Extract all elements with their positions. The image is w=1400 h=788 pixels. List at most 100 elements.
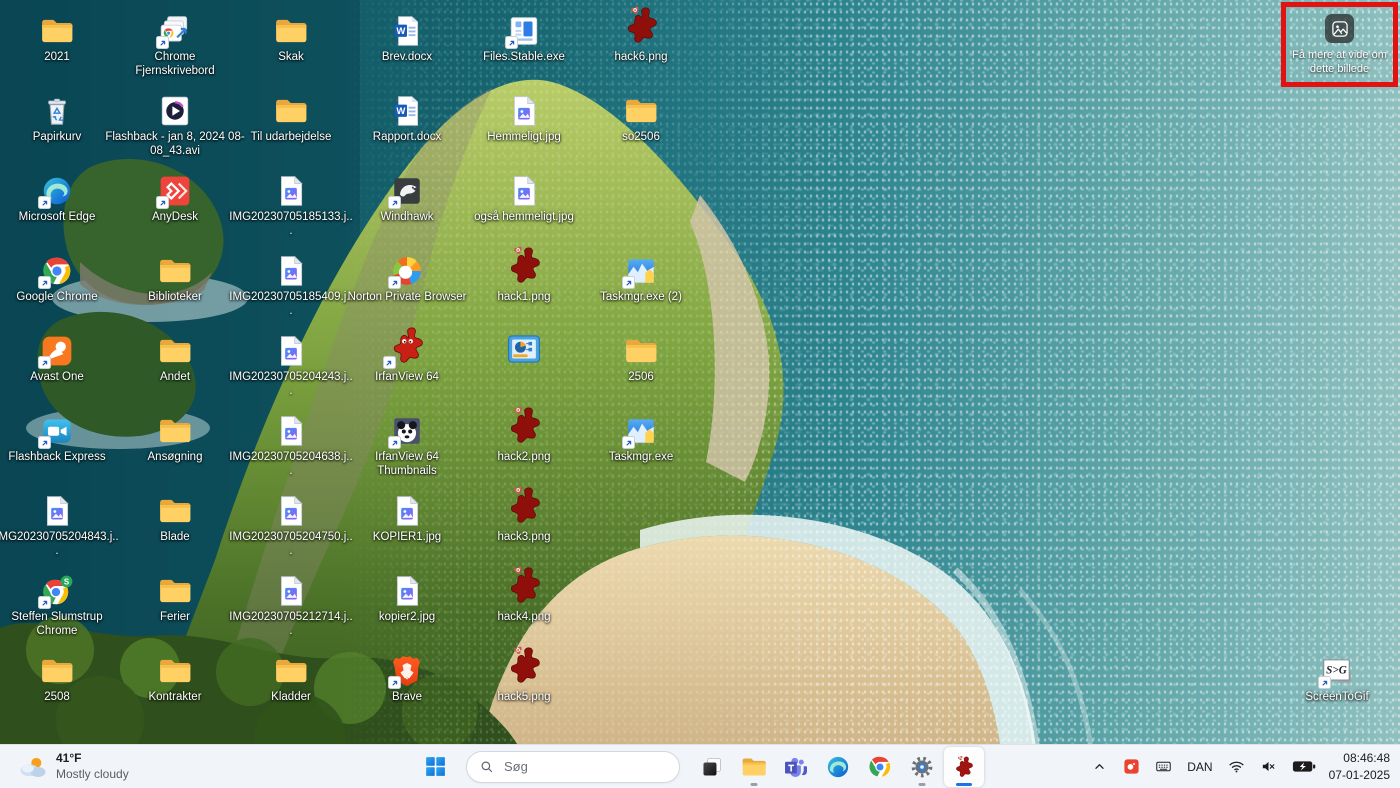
desktop-icon[interactable]: Blade bbox=[113, 486, 237, 544]
desktop-icon[interactable]: IMG20230705212714.j... bbox=[229, 566, 353, 639]
desktop-icon[interactable]: hack4.png bbox=[462, 566, 586, 624]
folder-icon bbox=[158, 494, 192, 528]
desktop-icon[interactable]: Windhawk bbox=[345, 166, 469, 224]
folder-icon bbox=[274, 14, 308, 48]
image-file-icon bbox=[507, 94, 541, 128]
folder-icon bbox=[274, 654, 308, 688]
desktop-icon-label: KOPIER1.jpg bbox=[372, 531, 442, 543]
image-file-icon bbox=[274, 414, 308, 448]
desktop-icon-label: Brev.docx bbox=[381, 51, 433, 63]
desktop-icon[interactable]: AnyDesk bbox=[113, 166, 237, 224]
desktop-icon[interactable]: so2506 bbox=[579, 86, 703, 144]
tray-volume-muted[interactable] bbox=[1258, 755, 1279, 778]
taskbar-search[interactable] bbox=[466, 750, 680, 783]
avast-icon bbox=[38, 334, 74, 369]
desktop-icon[interactable]: IrfanView 64 Thumbnails bbox=[353, 406, 461, 479]
desktop-icon[interactable]: Microsoft Edge bbox=[0, 166, 119, 224]
edge-icon bbox=[38, 174, 74, 209]
image-file-icon bbox=[274, 254, 308, 288]
desktop-icon[interactable]: 2508 bbox=[0, 646, 119, 704]
desktop-icon[interactable]: hack1.png bbox=[462, 246, 586, 304]
image-file-icon bbox=[507, 174, 541, 208]
desktop-icon[interactable]: Taskmgr.exe (2) bbox=[579, 246, 703, 304]
desktop-icon[interactable]: hack5.png bbox=[462, 646, 586, 704]
desktop-icon[interactable]: S Steffen Slumstrup Chrome bbox=[2, 566, 112, 639]
folder-icon bbox=[624, 334, 658, 368]
desktop-icon-label: Windhawk bbox=[380, 211, 434, 223]
desktop-icon[interactable]: IMG20230705204750.j... bbox=[229, 486, 353, 559]
desktop-icon[interactable]: Taskmgr.exe bbox=[579, 406, 703, 464]
desktop-icon[interactable]: kopier2.jpg bbox=[345, 566, 469, 624]
desktop-icon[interactable]: IMG20230705204243.j... bbox=[229, 326, 353, 399]
tray-touch-keyboard[interactable] bbox=[1153, 755, 1174, 778]
desktop-icon[interactable]: IMG20230705204843.j... bbox=[0, 486, 119, 559]
desktop-icon[interactable]: W Rapport.docx bbox=[345, 86, 469, 144]
desktop-icon[interactable]: Files.Stable.exe bbox=[462, 6, 586, 64]
desktop-icon[interactable]: Norton Private Browser bbox=[331, 246, 483, 304]
desktop-icon[interactable]: Til udarbejdelse bbox=[229, 86, 353, 144]
taskbar-app-task-view[interactable] bbox=[692, 747, 732, 787]
desktop-icon[interactable]: hack3.png bbox=[462, 486, 586, 544]
start-button[interactable] bbox=[416, 748, 454, 786]
chevron-up-icon bbox=[1091, 758, 1108, 775]
active-app-indicator bbox=[956, 782, 972, 786]
chrome-icon bbox=[867, 754, 893, 780]
desktop-icon-label: hack1.png bbox=[497, 291, 551, 303]
desktop-icon[interactable]: Ferier bbox=[113, 566, 237, 624]
image-file-icon bbox=[274, 574, 308, 608]
desktop-icon[interactable]: 2021 bbox=[0, 6, 119, 64]
tray-wifi[interactable] bbox=[1226, 755, 1247, 778]
taskbar-app-edge[interactable] bbox=[818, 747, 858, 787]
desktop-icon-label: AnyDesk bbox=[151, 211, 199, 223]
desktop-icon[interactable]: Andet bbox=[113, 326, 237, 384]
image-file-icon bbox=[274, 174, 308, 208]
desktop-icon[interactable]: hack2.png bbox=[462, 406, 586, 464]
desktop-icon[interactable]: S>G ScreenToGif bbox=[1275, 646, 1399, 704]
desktop-icon[interactable]: IMG20230705185133.j... bbox=[229, 166, 353, 239]
desktop-icon-label: IMG20230705185133.j... bbox=[229, 211, 353, 238]
desktop-icon[interactable]: Chrome Fjernskrivebord bbox=[116, 6, 234, 79]
desktop-icon[interactable]: Skak bbox=[229, 6, 353, 64]
shortcut-arrow-icon bbox=[388, 276, 401, 289]
desktop-icon-label: Blade bbox=[160, 531, 190, 543]
shortcut-arrow-icon bbox=[622, 276, 635, 289]
desktop-icon-label: hack2.png bbox=[497, 451, 551, 463]
weather-temperature: 41°F bbox=[56, 750, 82, 765]
desktop-icon[interactable]: 2506 bbox=[579, 326, 703, 384]
desktop-icon[interactable]: KOPIER1.jpg bbox=[345, 486, 469, 544]
desktop-icon[interactable]: også hemmeligt.jpg bbox=[458, 166, 590, 224]
desktop-icon[interactable]: IMG20230705204638.j... bbox=[229, 406, 353, 479]
tray-recording-indicator[interactable] bbox=[1121, 755, 1142, 778]
desktop-icon[interactable]: Biblioteker bbox=[113, 246, 237, 304]
taskbar-app-teams[interactable] bbox=[776, 747, 816, 787]
desktop-icon[interactable]: Kontrakter bbox=[113, 646, 237, 704]
desktop-icon[interactable]: Avast One bbox=[0, 326, 119, 384]
chrome-profile-icon: S bbox=[38, 574, 74, 609]
media-file-icon bbox=[158, 94, 192, 128]
desktop-icon[interactable]: Flashback Express bbox=[0, 406, 119, 464]
norton-icon bbox=[388, 254, 424, 289]
taskbar-app-file-explorer[interactable] bbox=[734, 747, 774, 787]
desktop-icon[interactable]: Brave bbox=[345, 646, 469, 704]
weather-widget[interactable]: 41°F Mostly cloudy bbox=[10, 745, 137, 788]
taskbar-app-hack-app[interactable] bbox=[944, 746, 984, 787]
desktop-icon[interactable]: Ansøgning bbox=[113, 406, 237, 464]
tray-language-indicator[interactable]: DAN bbox=[1185, 757, 1214, 777]
desktop-icon[interactable]: W Brev.docx bbox=[345, 6, 469, 64]
taskbar-clock[interactable]: 08:46:48 07-01-2025 bbox=[1329, 750, 1394, 782]
folder-icon bbox=[158, 414, 192, 448]
tray-chevron-up[interactable] bbox=[1089, 755, 1110, 778]
taskbar-app-chrome[interactable] bbox=[860, 747, 900, 787]
desktop-icon[interactable]: Kladder bbox=[229, 646, 353, 704]
spotlight-learn-more-widget[interactable]: Få mere at vide om dette billede bbox=[1281, 2, 1398, 87]
desktop-icon[interactable]: hack6.png bbox=[579, 6, 703, 64]
desktop-icon[interactable] bbox=[462, 326, 586, 370]
desktop-icon[interactable]: Google Chrome bbox=[0, 246, 119, 304]
clock-time: 08:46:48 bbox=[1343, 751, 1390, 766]
tray-battery-charging[interactable] bbox=[1290, 757, 1318, 776]
taskbar-app-settings[interactable] bbox=[902, 747, 942, 787]
search-input[interactable] bbox=[502, 758, 667, 775]
sun-behind-cloud-icon bbox=[20, 757, 46, 777]
desktop-icon[interactable]: IrfanView 64 bbox=[345, 326, 469, 384]
desktop-icon[interactable]: Hemmeligt.jpg bbox=[462, 86, 586, 144]
